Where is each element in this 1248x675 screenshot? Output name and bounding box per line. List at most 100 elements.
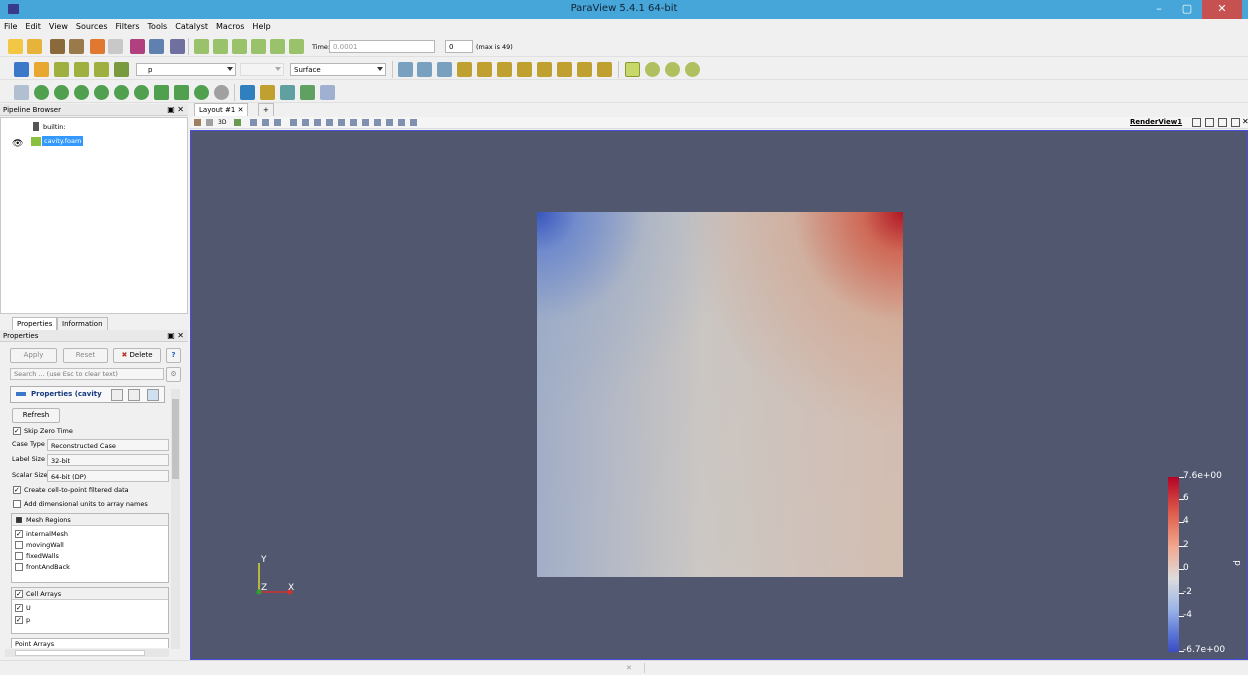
disconnect-icon[interactable] [149,39,164,54]
close-icon[interactable]: ✕ [626,664,632,672]
camera-mode-3d-button[interactable]: 3D [218,119,226,126]
cell-to-point-checkbox[interactable] [13,486,21,494]
calculator-icon[interactable] [14,85,29,100]
open-file-icon[interactable] [8,39,23,54]
front-and-back-checkbox[interactable] [15,563,23,571]
menu-filters[interactable]: Filters [112,20,144,31]
view-tool-icon[interactable] [206,119,213,126]
menu-file[interactable]: File [0,20,21,31]
render-view-name[interactable]: RenderView1 [1130,118,1182,126]
color-legend-bar[interactable] [1168,477,1179,652]
extract-level-icon[interactable] [214,85,229,100]
play-icon[interactable] [232,39,247,54]
python-view-icon[interactable] [300,85,315,100]
stream-tracer-icon[interactable] [154,85,169,100]
cell-arrays-all-checkbox[interactable] [15,590,23,598]
reset-center-icon[interactable] [665,62,680,77]
select-points-icon[interactable] [262,119,269,126]
search-input[interactable] [10,368,164,380]
close-view-icon[interactable]: ✕ [1242,117,1248,126]
tab-information[interactable]: Information [57,317,108,330]
menu-view[interactable]: View [45,20,72,31]
select-frustum-icon[interactable] [274,119,281,126]
paste-icon[interactable] [128,389,140,401]
save-state-icon[interactable] [69,39,84,54]
rescale-visible-icon[interactable] [74,62,89,77]
zoom-selection-icon[interactable] [374,119,381,126]
tab-layout-1[interactable]: Layout #1 ✕ [194,103,249,116]
select-polygon-icon[interactable] [338,119,345,126]
orientation-axes-icon[interactable] [625,62,640,77]
eye-icon[interactable]: 👁 [12,139,23,149]
previous-frame-icon[interactable] [213,39,228,54]
histogram-icon[interactable] [280,85,295,100]
view-minus-x-icon[interactable] [477,62,492,77]
mesh-regions-header[interactable]: Mesh Regions [12,514,168,526]
properties-scrollbar[interactable] [171,389,180,649]
select-block-icon[interactable] [290,119,297,126]
find-data-icon[interactable] [320,85,335,100]
menu-tools[interactable]: Tools [144,20,172,31]
properties-section[interactable]: Properties (cavity [10,386,165,403]
u-array-checkbox[interactable] [15,604,23,612]
horizontal-scrollbar[interactable] [5,649,169,657]
menu-catalyst[interactable]: Catalyst [171,20,212,31]
refresh-button[interactable]: Refresh [12,408,60,423]
float-close-icon[interactable]: ▣ ✕ [167,331,184,340]
next-frame-icon[interactable] [251,39,266,54]
p-array-checkbox[interactable] [15,616,23,624]
close-tab-icon[interactable]: ✕ [238,106,244,114]
tab-properties[interactable]: Properties [12,317,58,330]
threshold-icon[interactable] [94,85,109,100]
plot-over-line-icon[interactable] [260,85,275,100]
center-axes-icon[interactable] [645,62,660,77]
load-state-icon[interactable] [50,39,65,54]
view-minus-y-icon[interactable] [517,62,532,77]
show-scalar-bar-icon[interactable] [114,62,129,77]
help-button[interactable]: ? [166,348,181,363]
split-horizontal-icon[interactable] [1192,118,1201,127]
group-datasets-icon[interactable] [194,85,209,100]
first-frame-icon[interactable] [194,39,209,54]
extract-subset-icon[interactable] [114,85,129,100]
time-field[interactable]: 0.0001 [329,40,435,53]
pipeline-item-builtin[interactable]: builtin: [43,123,66,131]
reset-range-icon[interactable] [34,62,49,77]
connect-icon[interactable] [130,39,145,54]
label-size-select[interactable]: 32-bit [47,454,169,466]
slice-icon[interactable] [74,85,89,100]
reload-icon[interactable] [147,389,159,401]
glyph-icon[interactable] [134,85,149,100]
reset-camera-icon[interactable] [398,62,413,77]
split-vertical-icon[interactable] [1205,118,1214,127]
minimize-button[interactable]: – [1146,0,1172,19]
menu-help[interactable]: Help [248,20,274,31]
ruler-icon[interactable] [398,119,405,126]
interactive-select-icon[interactable] [302,119,309,126]
contour-icon[interactable] [34,85,49,100]
menu-edit[interactable]: Edit [21,20,45,31]
view-plus-y-icon[interactable] [497,62,512,77]
view-tool-icon[interactable] [234,119,241,126]
float-close-icon[interactable]: ▣ ✕ [167,105,184,114]
color-by-select[interactable]: p [136,63,236,76]
plot-data-icon[interactable] [240,85,255,100]
maximize-button[interactable]: ▢ [1174,0,1200,19]
moving-wall-checkbox[interactable] [15,541,23,549]
component-select[interactable] [240,63,284,76]
fixed-walls-checkbox[interactable] [15,552,23,560]
pick-center-icon[interactable] [685,62,700,77]
maximize-view-icon[interactable] [1218,118,1227,127]
view-plus-z-icon[interactable] [537,62,552,77]
shrink-selection-icon[interactable] [362,119,369,126]
scalar-size-select[interactable]: 64-bit (DP) [47,470,169,482]
rotate-minus-90-icon[interactable] [597,62,612,77]
rotate-plus-90-icon[interactable] [577,62,592,77]
internal-mesh-checkbox[interactable] [15,530,23,538]
color-map-editor-icon[interactable] [14,62,29,77]
add-layout-tab[interactable]: + [258,103,274,116]
scrollbar-thumb[interactable] [172,399,179,479]
clear-selection-icon[interactable] [410,119,417,126]
skip-zero-time-checkbox[interactable] [13,427,21,435]
settings-icon[interactable] [170,39,185,54]
